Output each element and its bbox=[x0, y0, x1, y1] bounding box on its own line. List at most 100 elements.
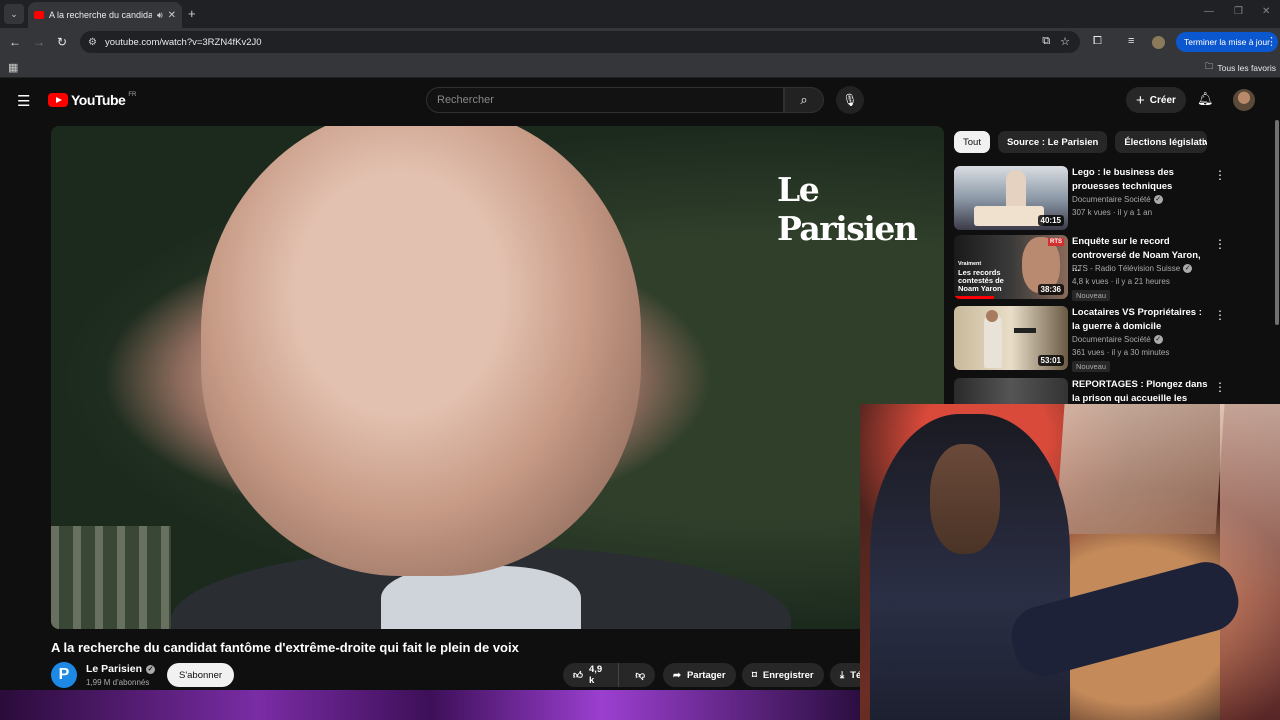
recommendation-channel: Documentaire Société ✓ bbox=[1072, 195, 1163, 204]
description-area-overlay bbox=[0, 690, 860, 720]
tab-search-icon[interactable]: ⌄ bbox=[4, 4, 24, 24]
like-count: 4,9 k bbox=[588, 664, 603, 686]
extensions-icon[interactable]: ⧠ bbox=[1093, 35, 1102, 48]
thumbnail-caption: Les records contestés de Noam Yaron bbox=[958, 268, 1004, 293]
more-options-icon[interactable]: ⋮ bbox=[1214, 168, 1226, 182]
verified-icon: ✓ bbox=[1183, 264, 1193, 273]
address-bar[interactable]: ⚙ youtube.com/watch?v=3RZN4fKv2J0 ⧉ ☆ bbox=[80, 31, 1080, 53]
new-tab-icon[interactable]: + bbox=[188, 6, 196, 21]
webcam-overlay bbox=[860, 404, 1280, 720]
voice-search-button[interactable]: 🎙︎ bbox=[836, 86, 864, 114]
reload-icon[interactable]: ↻ bbox=[57, 35, 67, 49]
download-icon: ⤓ bbox=[840, 669, 845, 681]
filter-chips: Tout Source : Le Parisien Élections légi… bbox=[954, 131, 1208, 153]
share-label: Partager bbox=[686, 669, 726, 681]
recommendation-channel: Documentaire Société ✓ bbox=[1072, 335, 1163, 344]
back-icon[interactable]: ← bbox=[9, 35, 21, 49]
share-icon: ➦ bbox=[673, 669, 681, 681]
recommendation-meta: 307 k vues · il y a 1 an bbox=[1072, 208, 1153, 217]
new-badge: Nouveau bbox=[1072, 361, 1111, 372]
search-button[interactable]: ⌕ bbox=[784, 87, 824, 113]
speaker-icon[interactable]: 🔊︎ bbox=[157, 10, 163, 21]
video-title: A la recherche du candidat fantôme d'ext… bbox=[51, 640, 519, 655]
chevron-right-icon[interactable]: › bbox=[1203, 135, 1207, 149]
thumbs-down-icon: 👎︎ bbox=[635, 670, 645, 681]
create-label: Créer bbox=[1149, 94, 1176, 106]
video-player[interactable]: Le Parisien bbox=[51, 126, 944, 629]
site-info-icon[interactable]: ⚙ bbox=[88, 37, 97, 48]
thumbnail[interactable]: 40:15 bbox=[954, 166, 1068, 230]
all-bookmarks-button[interactable]: 🗀︎ Tous les favoris bbox=[1205, 61, 1276, 75]
youtube-header: ☰ YouTube FR ⌕ 🎙︎ + Créer 🔔︎ bbox=[0, 80, 1280, 120]
chip-source[interactable]: Source : Le Parisien bbox=[997, 131, 1108, 153]
verified-icon: ✓ bbox=[146, 664, 156, 674]
youtube-play-icon bbox=[48, 93, 68, 107]
recommendation-item[interactable]: 53:01 Locataires VS Propriétaires : la g… bbox=[954, 306, 1274, 372]
streamer-face bbox=[930, 444, 1000, 554]
close-window-icon[interactable]: ✕ bbox=[1262, 6, 1270, 17]
search-icon: ⌕ bbox=[800, 92, 808, 107]
recommendation-item[interactable]: RTS Vraiment Les records contestés de No… bbox=[954, 235, 1274, 301]
recommendation-title: REPORTAGES : Plongez dans la prison qui … bbox=[1072, 379, 1208, 404]
channel-avatar[interactable]: P bbox=[51, 662, 77, 688]
recommendation-title: Lego : le business des prouesses techniq… bbox=[1072, 167, 1174, 192]
create-button[interactable]: + Créer bbox=[1126, 87, 1186, 113]
media-control-icon[interactable]: ≡ bbox=[1128, 35, 1134, 47]
all-bookmarks-label: Tous les favoris bbox=[1217, 63, 1276, 73]
thumbnail[interactable] bbox=[954, 378, 1068, 406]
like-button[interactable]: 👍︎ 4,9 k bbox=[563, 663, 620, 687]
youtube-logo[interactable]: YouTube FR bbox=[48, 92, 136, 108]
youtube-favicon-icon bbox=[34, 11, 44, 19]
thumbnail[interactable]: 53:01 bbox=[954, 306, 1068, 370]
more-options-icon[interactable]: ⋮ bbox=[1214, 308, 1226, 322]
thumbnail-caption-top: Vraiment bbox=[958, 261, 982, 267]
sidebar-scrollbar[interactable] bbox=[1275, 120, 1279, 325]
more-options-icon[interactable]: ⋮ bbox=[1214, 380, 1226, 394]
channel-label: Documentaire Société bbox=[1072, 335, 1151, 344]
chip-elections[interactable]: Élections législatives bbox=[1115, 131, 1208, 153]
wall-poster bbox=[1055, 404, 1225, 534]
recommendation-meta: 361 vues · il y a 30 minutes bbox=[1072, 348, 1170, 357]
thumbnail-logo: RTS bbox=[1048, 238, 1064, 246]
recommendation-item[interactable]: REPORTAGES : Plongez dans la prison qui … bbox=[954, 378, 1274, 406]
search-field[interactable] bbox=[426, 87, 784, 113]
search-input[interactable] bbox=[437, 94, 783, 106]
bookmarks-bar: ▦ 🗀︎ Tous les favoris bbox=[0, 56, 1280, 78]
chip-all[interactable]: Tout bbox=[954, 131, 990, 153]
browser-menu-icon[interactable]: ⋮ bbox=[1266, 35, 1277, 48]
profile-avatar[interactable] bbox=[1152, 36, 1165, 49]
account-avatar[interactable] bbox=[1233, 89, 1255, 111]
update-button[interactable]: Terminer la mise à jour bbox=[1176, 32, 1278, 52]
notifications-bell-icon[interactable]: 🔔︎ bbox=[1197, 91, 1214, 107]
cast-icon[interactable]: ⧉ bbox=[1042, 35, 1050, 48]
bookmark-star-icon[interactable]: ☆ bbox=[1060, 35, 1070, 48]
tab-title: A la recherche du candidat bbox=[49, 10, 152, 20]
brand-watermark: Le Parisien bbox=[777, 170, 918, 248]
restore-icon[interactable]: ❐ bbox=[1234, 6, 1243, 17]
channel-label: Documentaire Société bbox=[1072, 195, 1151, 204]
more-options-icon[interactable]: ⋮ bbox=[1214, 237, 1226, 251]
forward-icon[interactable]: → bbox=[33, 35, 45, 49]
thumbnail[interactable]: RTS Vraiment Les records contestés de No… bbox=[954, 235, 1068, 299]
plus-icon: + bbox=[1136, 91, 1145, 109]
minimize-icon[interactable]: — bbox=[1204, 6, 1214, 17]
apps-grid-icon[interactable]: ▦ bbox=[8, 61, 18, 74]
folder-icon: 🗀︎ bbox=[1204, 61, 1214, 71]
subscriber-count: 1,99 M d'abonnés bbox=[86, 678, 150, 687]
duration: 53:01 bbox=[1037, 355, 1064, 366]
microphone-icon: 🎙︎ bbox=[842, 93, 858, 107]
recommendation-item[interactable]: 40:15 Lego : le business des prouesses t… bbox=[954, 166, 1274, 232]
browser-tab[interactable]: A la recherche du candidat 🔊︎ ✕ bbox=[28, 2, 182, 28]
menu-icon[interactable]: ☰ bbox=[17, 92, 30, 110]
region-code: FR bbox=[128, 92, 137, 98]
channel-name-row[interactable]: Le Parisien ✓ bbox=[86, 663, 156, 675]
save-button[interactable]: ⌑ Enregistrer bbox=[742, 663, 824, 687]
video-subject-head bbox=[201, 126, 641, 576]
close-tab-icon[interactable]: ✕ bbox=[168, 10, 176, 21]
subscribe-button[interactable]: S'abonner bbox=[167, 663, 235, 687]
duration: 40:15 bbox=[1037, 215, 1064, 226]
share-button[interactable]: ➦ Partager bbox=[663, 663, 736, 687]
recommendation-title: Locataires VS Propriétaires : la guerre … bbox=[1072, 307, 1202, 332]
dislike-button[interactable]: 👎︎ bbox=[625, 669, 655, 681]
new-badge: Nouveau bbox=[1072, 290, 1111, 301]
